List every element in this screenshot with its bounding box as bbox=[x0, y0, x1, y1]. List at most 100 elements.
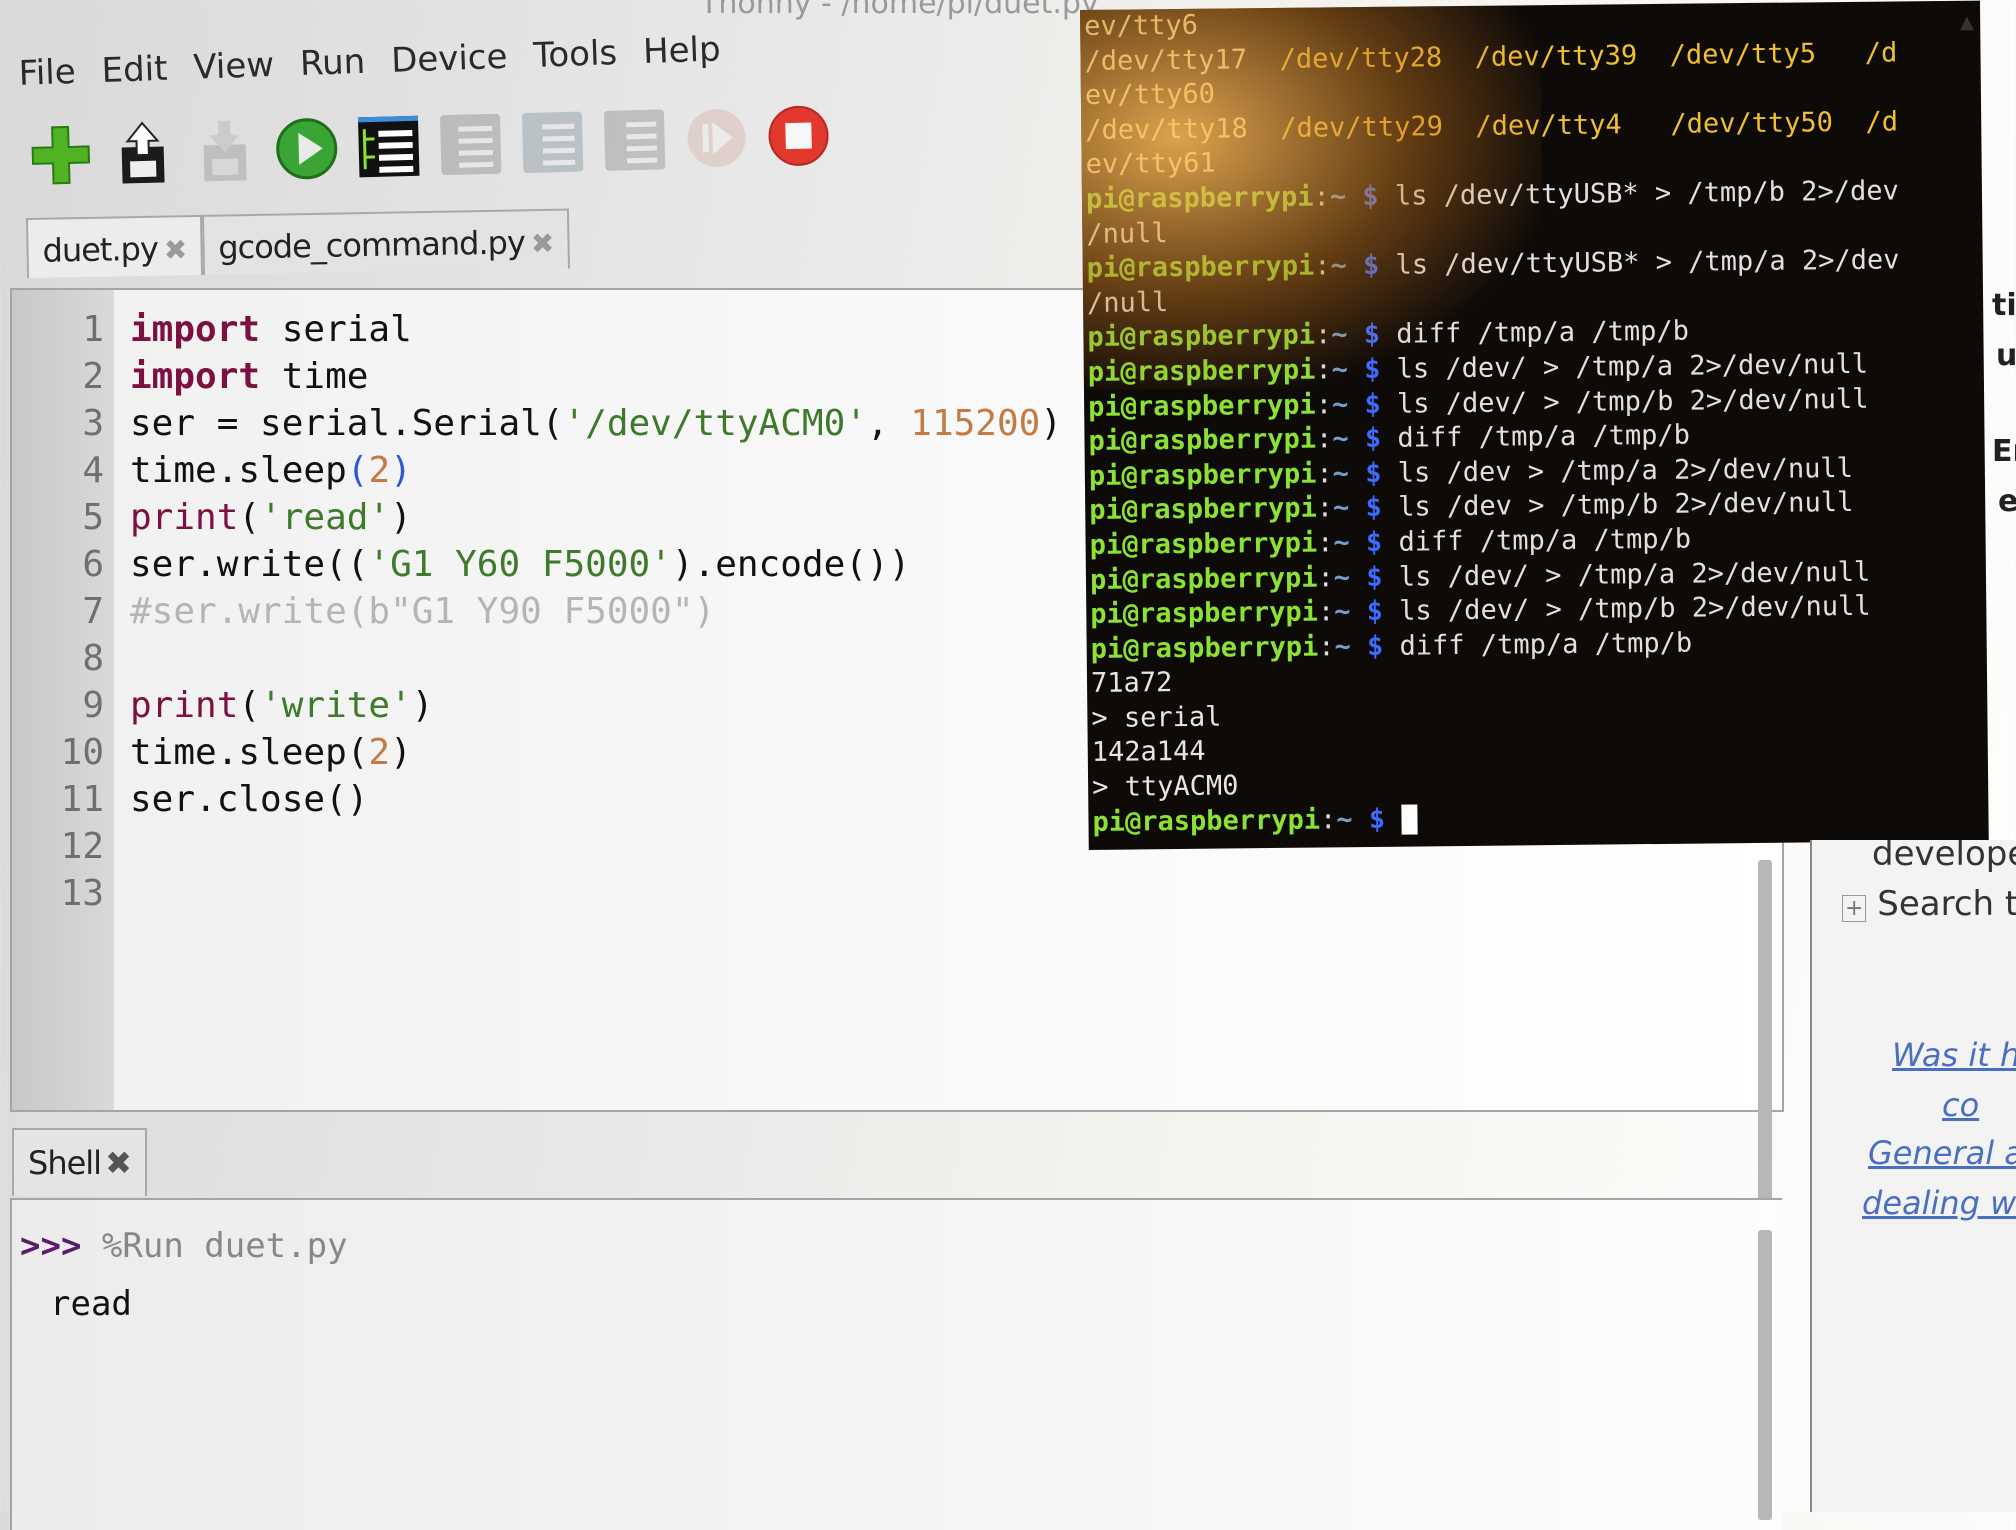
menu-device[interactable]: Device bbox=[386, 35, 512, 83]
code-line[interactable]: 8 bbox=[12, 635, 1062, 682]
close-icon[interactable]: ✖ bbox=[105, 1144, 131, 1182]
line-number: 12 bbox=[12, 826, 130, 867]
terminal-cwd: ~ bbox=[1336, 804, 1353, 835]
plus-icon bbox=[30, 124, 92, 186]
save-file-button[interactable] bbox=[192, 118, 258, 184]
debug-button[interactable] bbox=[356, 114, 422, 180]
terminal-text: : bbox=[1317, 562, 1334, 593]
step-out-button[interactable] bbox=[602, 107, 668, 173]
terminal-dollar: $ bbox=[1348, 388, 1397, 420]
terminal-window[interactable]: ev/tty6/dev/tty17 /dev/tty28 /dev/tty39 … bbox=[1080, 1, 1989, 850]
step-over-button[interactable] bbox=[438, 112, 504, 178]
shell-scrollbar[interactable] bbox=[1758, 1230, 1772, 1520]
menu-run[interactable]: Run bbox=[295, 40, 370, 87]
close-icon[interactable]: ✖ bbox=[531, 227, 554, 260]
terminal-user-host: pi@raspberrypi bbox=[1091, 631, 1319, 664]
code-line[interactable]: 4time.sleep(2) bbox=[12, 447, 1062, 494]
terminal-cwd: ~ bbox=[1333, 458, 1350, 489]
terminal-command: ls /dev > /tmp/a 2>/dev/null bbox=[1398, 453, 1853, 489]
menu-file[interactable]: File bbox=[14, 50, 80, 96]
terminal-cwd: ~ bbox=[1330, 181, 1347, 212]
code-line[interactable]: 2import time bbox=[12, 353, 1062, 400]
line-number: 8 bbox=[12, 638, 130, 679]
terminal-text: > serial bbox=[1091, 701, 1221, 733]
code-token: time bbox=[260, 356, 368, 397]
menu-help[interactable]: Help bbox=[638, 27, 725, 74]
code-line[interactable]: 5print('read') bbox=[12, 494, 1062, 541]
tab-label: gcode_command.py bbox=[218, 223, 525, 266]
terminal-command: ls /dev/ > /tmp/a 2>/dev/null bbox=[1399, 556, 1871, 592]
code-token: 'read' bbox=[260, 497, 390, 538]
terminal-user-host: pi@raspberrypi bbox=[1087, 251, 1315, 284]
browser-text-developer: developer bbox=[1872, 840, 2016, 874]
step-into-button[interactable] bbox=[520, 109, 586, 175]
terminal-user-host: pi@raspberrypi bbox=[1088, 424, 1316, 457]
terminal-command: ls /dev/ > /tmp/a 2>/dev/null bbox=[1397, 349, 1869, 385]
resume-icon bbox=[684, 105, 750, 171]
terminal-cwd: ~ bbox=[1333, 527, 1350, 558]
terminal-text: ev/tty60 bbox=[1085, 79, 1215, 111]
scroll-up-arrow-icon[interactable]: ▲ bbox=[1960, 12, 1974, 33]
tab-duet-py[interactable]: duet.py✖ bbox=[26, 215, 203, 278]
code-line[interactable]: 3ser = serial.Serial('/dev/ttyACM0', 115… bbox=[12, 400, 1062, 447]
stop-icon bbox=[766, 103, 832, 169]
tab-gcode-command-py[interactable]: gcode_command.py✖ bbox=[202, 209, 570, 275]
browser-text-fragment: ti bbox=[1992, 288, 2016, 323]
menu-edit[interactable]: Edit bbox=[97, 47, 172, 94]
browser-link[interactable]: dealing wit bbox=[1862, 1184, 2016, 1222]
step-out-icon bbox=[602, 107, 668, 173]
new-file-button[interactable] bbox=[28, 122, 94, 188]
code-line[interactable]: 13 bbox=[12, 870, 1062, 917]
resume-button[interactable] bbox=[684, 105, 750, 171]
code-token: time.sleep( bbox=[130, 732, 368, 773]
code-token: #ser.write(b"G1 Y90 F5000") bbox=[130, 591, 715, 632]
code-line[interactable]: 6ser.write(('G1 Y60 F5000').encode()) bbox=[12, 541, 1062, 588]
browser-window: developer + Search th Was it he co Gener… bbox=[1810, 840, 2016, 1512]
menu-tools[interactable]: Tools bbox=[529, 31, 622, 78]
code-token: ( bbox=[347, 450, 369, 491]
code-line[interactable]: 9print('write') bbox=[12, 682, 1062, 729]
load-file-button[interactable] bbox=[110, 120, 176, 186]
terminal-text: : bbox=[1316, 458, 1333, 489]
browser-link[interactable]: Was it he bbox=[1892, 1036, 2016, 1074]
expand-icon[interactable]: + bbox=[1842, 895, 1866, 922]
code-area[interactable]: 1import serial2import time3ser = serial.… bbox=[12, 306, 1062, 917]
terminal-text: : bbox=[1316, 389, 1333, 420]
code-token: ( bbox=[238, 497, 260, 538]
code-line[interactable]: 7#ser.write(b"G1 Y90 F5000") bbox=[12, 588, 1062, 635]
code-token: print bbox=[130, 685, 238, 726]
code-token: ).encode()) bbox=[672, 544, 910, 585]
terminal-dollar: $ bbox=[1349, 492, 1398, 524]
terminal-text: : bbox=[1317, 527, 1334, 558]
stop-button[interactable] bbox=[766, 103, 832, 169]
terminal-user-host: pi@raspberrypi bbox=[1092, 804, 1320, 837]
code-line[interactable]: 12 bbox=[12, 823, 1062, 870]
code-token: , bbox=[867, 403, 910, 444]
tab-shell[interactable]: Shell✖ bbox=[12, 1128, 147, 1196]
shell-panel[interactable]: >>> %Run duet.py read bbox=[10, 1198, 1782, 1530]
terminal-command: diff /tmp/a /tmp/b bbox=[1396, 316, 1689, 350]
browser-link[interactable]: General ac bbox=[1868, 1134, 2016, 1172]
step-into-icon bbox=[520, 109, 586, 175]
line-number: 2 bbox=[12, 356, 130, 397]
run-button[interactable] bbox=[274, 116, 340, 182]
terminal-text: : bbox=[1315, 320, 1332, 351]
terminal-cwd: ~ bbox=[1331, 354, 1348, 385]
close-icon[interactable]: ✖ bbox=[164, 233, 187, 266]
code-token: ( bbox=[238, 685, 260, 726]
terminal-text: /dev/tty17 bbox=[1084, 44, 1247, 77]
line-number: 6 bbox=[12, 544, 130, 585]
code-token: ) bbox=[390, 732, 412, 773]
browser-search-row[interactable]: + Search th bbox=[1842, 884, 2016, 924]
menu-view[interactable]: View bbox=[189, 43, 279, 90]
terminal-text: /null bbox=[1086, 218, 1168, 250]
line-number: 7 bbox=[12, 591, 130, 632]
code-line[interactable]: 1import serial bbox=[12, 306, 1062, 353]
code-line[interactable]: 11ser.close() bbox=[12, 776, 1062, 823]
terminal-command: ls /dev/ > /tmp/b 2>/dev/null bbox=[1397, 383, 1869, 419]
browser-link[interactable]: co bbox=[1942, 1086, 1979, 1124]
terminal-text: > ttyACM0 bbox=[1092, 770, 1239, 803]
terminal-cwd: ~ bbox=[1334, 596, 1351, 627]
code-line[interactable]: 10time.sleep(2) bbox=[12, 729, 1062, 776]
terminal-dollar: $ bbox=[1350, 527, 1399, 559]
